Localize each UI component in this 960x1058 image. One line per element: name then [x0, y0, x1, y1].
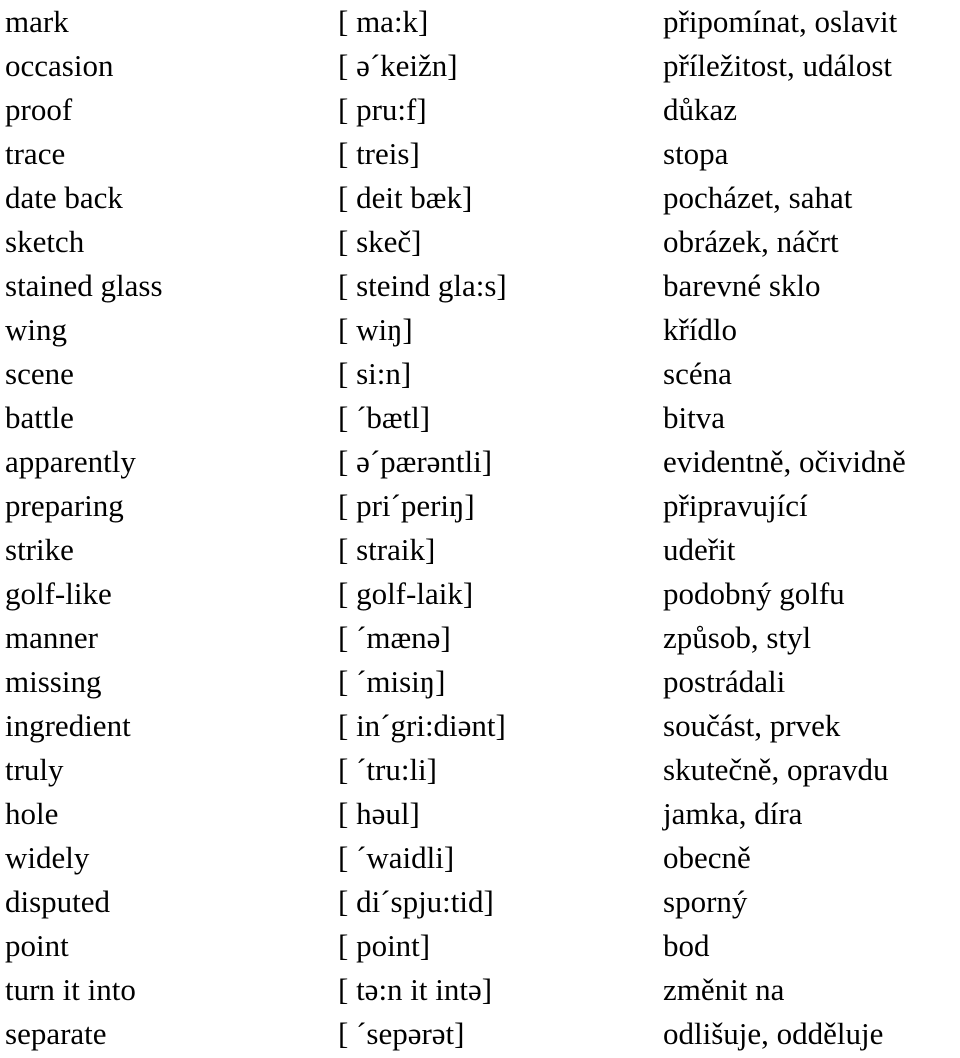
- czech-translation: odlišuje, odděluje: [663, 1016, 884, 1051]
- phonetic-transcription: [ straik]: [338, 532, 436, 567]
- phonetic-transcription: [ ə´keižn]: [338, 48, 458, 83]
- czech-translation: sporný: [663, 884, 748, 919]
- vocabulary-row: missing [ ´misiŋ] postrádali: [0, 660, 960, 704]
- phonetic-transcription: [ skeč]: [338, 224, 422, 259]
- english-term: truly: [5, 752, 64, 787]
- english-term: widely: [5, 840, 90, 875]
- english-term: date back: [5, 180, 123, 215]
- english-term: occasion: [5, 48, 114, 83]
- vocabulary-row: trace [ treis] stopa: [0, 132, 960, 176]
- phonetic-transcription: [ wiŋ]: [338, 312, 413, 347]
- czech-translation: způsob, styl: [663, 620, 812, 655]
- vocabulary-row: battle [ ´bætl] bitva: [0, 396, 960, 440]
- english-term: trace: [5, 136, 66, 171]
- english-term: disputed: [5, 884, 111, 919]
- vocabulary-row: turn it into [ tə:n it intə] změnit na: [0, 968, 960, 1012]
- english-term: missing: [5, 664, 102, 699]
- phonetic-transcription: [ ´tru:li]: [338, 752, 437, 787]
- english-term: point: [5, 928, 69, 963]
- english-term: stained glass: [5, 268, 163, 303]
- vocabulary-row: proof [ pru:f] důkaz: [0, 88, 960, 132]
- phonetic-transcription: [ golf-laik]: [338, 576, 474, 611]
- czech-translation: příležitost, událost: [663, 48, 893, 83]
- vocabulary-row: stained glass [ steind gla:s] barevné sklo: [0, 264, 960, 308]
- czech-translation: obecně: [663, 840, 751, 875]
- phonetic-transcription: [ treis]: [338, 136, 420, 171]
- phonetic-transcription: [ ´bætl]: [338, 400, 431, 435]
- phonetic-transcription: [ ´sepərət]: [338, 1016, 465, 1051]
- vocabulary-row: widely [ ´waidli] obecně: [0, 836, 960, 880]
- vocabulary-row: strike [ straik] udeřit: [0, 528, 960, 572]
- english-term: mark: [5, 4, 69, 39]
- english-term: preparing: [5, 488, 124, 523]
- phonetic-transcription: [ ´mænə]: [338, 620, 451, 655]
- english-term: golf-like: [5, 576, 112, 611]
- czech-translation: podobný golfu: [663, 576, 845, 611]
- vocabulary-row: scene [ si:n] scéna: [0, 352, 960, 396]
- czech-translation: scéna: [663, 356, 732, 391]
- vocabulary-row: separate [ ´sepərət] odlišuje, odděluje: [0, 1012, 960, 1056]
- vocabulary-row: point [ point] bod: [0, 924, 960, 968]
- czech-translation: udeřit: [663, 532, 736, 567]
- czech-translation: pocházet, sahat: [663, 180, 853, 215]
- vocabulary-row: truly [ ´tru:li] skutečně, opravdu: [0, 748, 960, 792]
- vocabulary-row: disputed [ di´spju:tid] sporný: [0, 880, 960, 924]
- czech-translation: důkaz: [663, 92, 738, 127]
- english-term: battle: [5, 400, 74, 435]
- phonetic-transcription: [ deit bæk]: [338, 180, 473, 215]
- vocabulary-row: mark [ ma:k] připomínat, oslavit: [0, 0, 960, 44]
- english-term: strike: [5, 532, 74, 567]
- vocabulary-row: ingredient [ in´gri:diənt] součást, prvek: [0, 704, 960, 748]
- vocabulary-row: golf-like [ golf-laik] podobný golfu: [0, 572, 960, 616]
- czech-translation: bitva: [663, 400, 725, 435]
- english-term: apparently: [5, 444, 136, 479]
- phonetic-transcription: [ di´spju:tid]: [338, 884, 494, 919]
- phonetic-transcription: [ si:n]: [338, 356, 412, 391]
- czech-translation: obrázek, náčrt: [663, 224, 839, 259]
- phonetic-transcription: [ pri´periŋ]: [338, 488, 475, 523]
- phonetic-transcription: [ həul]: [338, 796, 420, 831]
- vocabulary-row: manner [ ´mænə] způsob, styl: [0, 616, 960, 660]
- vocabulary-row: hole [ həul] jamka, díra: [0, 792, 960, 836]
- vocabulary-row: apparently [ ə´pærəntli] evidentně, očivid…: [0, 440, 960, 484]
- czech-translation: skutečně, opravdu: [663, 752, 889, 787]
- czech-translation: křídlo: [663, 312, 738, 347]
- vocabulary-row: preparing [ pri´periŋ] připravující: [0, 484, 960, 528]
- phonetic-transcription: [ ´waidli]: [338, 840, 455, 875]
- english-term: turn it into: [5, 972, 136, 1007]
- english-term: separate: [5, 1016, 107, 1051]
- phonetic-transcription: [ in´gri:diənt]: [338, 708, 506, 743]
- phonetic-transcription: [ tə:n it intə]: [338, 972, 493, 1007]
- vocabulary-sheet: mark [ ma:k] připomínat, oslavit occasion [ …: [0, 0, 960, 1058]
- phonetic-transcription: [ steind gla:s]: [338, 268, 507, 303]
- czech-translation: připravující: [663, 488, 808, 523]
- english-term: wing: [5, 312, 67, 347]
- english-term: sketch: [5, 224, 85, 259]
- vocabulary-row: occasion [ ə´keižn] příležitost, událost: [0, 44, 960, 88]
- english-term: manner: [5, 620, 98, 655]
- vocabulary-row: wing [ wiŋ] křídlo: [0, 308, 960, 352]
- czech-translation: připomínat, oslavit: [663, 4, 898, 39]
- czech-translation: bod: [663, 928, 710, 963]
- czech-translation: změnit na: [663, 972, 785, 1007]
- vocabulary-row: date back [ deit bæk] pocházet, sahat: [0, 176, 960, 220]
- czech-translation: postrádali: [663, 664, 786, 699]
- english-term: hole: [5, 796, 59, 831]
- vocabulary-row: sketch [ skeč] obrázek, náčrt: [0, 220, 960, 264]
- phonetic-transcription: [ point]: [338, 928, 431, 963]
- czech-translation: jamka, díra: [663, 796, 803, 831]
- czech-translation: součást, prvek: [663, 708, 841, 743]
- english-term: proof: [5, 92, 73, 127]
- english-term: scene: [5, 356, 74, 391]
- phonetic-transcription: [ ə´pærəntli]: [338, 444, 493, 479]
- czech-translation: barevné sklo: [663, 268, 821, 303]
- english-term: ingredient: [5, 708, 131, 743]
- phonetic-transcription: [ ma:k]: [338, 4, 429, 39]
- czech-translation: evidentně, očividně: [663, 444, 906, 479]
- phonetic-transcription: [ pru:f]: [338, 92, 427, 127]
- czech-translation: stopa: [663, 136, 729, 171]
- phonetic-transcription: [ ´misiŋ]: [338, 664, 446, 699]
